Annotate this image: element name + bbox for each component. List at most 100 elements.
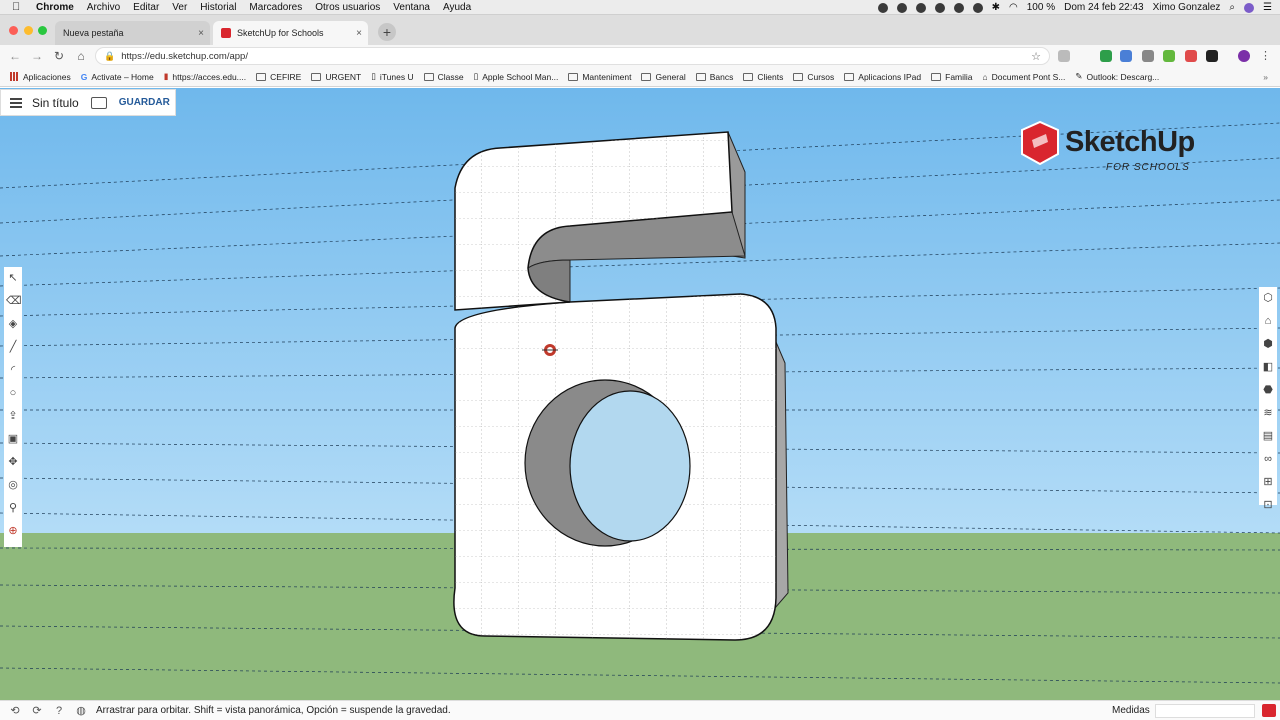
wifi-icon[interactable]: ◠ [1009, 2, 1018, 13]
move-icon[interactable]: ✥ [6, 455, 20, 469]
arc-icon[interactable]: ◜ [6, 363, 20, 377]
tab-title: SketchUp for Schools [237, 28, 324, 38]
dark-extension-icon[interactable] [1206, 50, 1218, 62]
document-title[interactable]: Sin título [32, 96, 79, 110]
camera-extension-icon[interactable] [1058, 50, 1070, 62]
line-icon[interactable]: ╱ [6, 340, 20, 354]
menu-ayuda[interactable]: Ayuda [443, 2, 471, 13]
display-icon[interactable]: ∞ [1261, 452, 1275, 466]
siri-icon[interactable] [1244, 2, 1255, 13]
components-icon[interactable]: ⬢ [1261, 337, 1275, 351]
help-icon[interactable]: ? [52, 704, 66, 718]
layers-icon[interactable]: ≋ [1261, 406, 1275, 420]
bookmark-activate[interactable]: G Activate – Home [81, 72, 154, 82]
forward-icon[interactable]: → [26, 49, 48, 63]
eraser-icon[interactable]: ⌫ [6, 294, 22, 308]
home-icon[interactable]: ⌂ [70, 49, 92, 63]
menu-chrome[interactable]: Chrome [36, 2, 74, 13]
menu-otros-usuarios[interactable]: Otros usuarios [315, 2, 380, 13]
new-tab-button[interactable]: + [378, 23, 396, 41]
red-extension-icon[interactable] [1185, 50, 1197, 62]
message-icon[interactable] [915, 2, 926, 13]
address-bar[interactable]: 🔒 https://edu.sketchup.com/app/ ☆ [95, 47, 1050, 65]
bookmark-star-icon[interactable]: ☆ [1031, 50, 1041, 63]
chrome-menu-icon[interactable]: ⋮ [1260, 50, 1272, 62]
solid-tools-icon[interactable]: ⊡ [1261, 498, 1275, 512]
bookmark-clients[interactable]: Clients [743, 72, 783, 82]
globe-icon[interactable]: ◍ [74, 704, 88, 718]
styles-icon[interactable]: ⬣ [1261, 383, 1275, 397]
bookmark-general[interactable]: General [641, 72, 686, 82]
cloud-icon[interactable] [953, 2, 964, 13]
menu-historial[interactable]: Historial [200, 2, 236, 13]
bluetooth-icon[interactable]: ✱ [992, 2, 1000, 13]
folder-icon [423, 72, 434, 81]
bookmark-document-pont[interactable]: ⌂ Document Pont S... [983, 72, 1066, 82]
more-bookmarks-icon[interactable]: » [1263, 72, 1268, 82]
bookmark-urgent[interactable]: URGENT [311, 72, 361, 82]
back-icon[interactable]: ← [4, 49, 26, 63]
tape-measure-icon[interactable]: ◎ [6, 478, 20, 492]
bookmark-label: https://acces.edu.... [172, 71, 247, 82]
reload-icon[interactable]: ↻ [48, 49, 70, 63]
close-window-button[interactable] [9, 26, 18, 35]
green-extension-icon[interactable] [1100, 50, 1112, 62]
walk-icon[interactable]: ⚲ [6, 501, 20, 515]
materials-icon[interactable]: ◧ [1261, 360, 1275, 374]
circle-icon[interactable]: ○ [6, 386, 20, 400]
bookmark-label: Familia [945, 71, 973, 82]
offset-icon[interactable]: ▣ [6, 432, 20, 446]
bookmark-itunes-u[interactable]: ▯ iTunes U [371, 71, 413, 82]
save-button[interactable]: GUARDAR [119, 97, 170, 108]
bookmark-familia[interactable]: Familia [931, 71, 973, 82]
push-pull-icon[interactable]: ⇪ [6, 409, 20, 423]
lime-extension-icon[interactable] [1163, 50, 1175, 62]
entity-info-icon[interactable]: ⬡ [1261, 291, 1275, 305]
pan-status-icon: ⟳ [32, 704, 42, 717]
datetime-label[interactable]: Dom 24 feb 22:43 [1064, 2, 1144, 13]
menu-archivo[interactable]: Archivo [87, 2, 120, 13]
bookmark-cursos[interactable]: Cursos [793, 72, 834, 82]
menu-ventana[interactable]: Ventana [393, 2, 430, 13]
tab-sketchup[interactable]: SketchUp for Schools × [213, 21, 368, 45]
record-icon[interactable] [877, 2, 888, 13]
bookmark-aplicaciones[interactable]: Aplicaciones [10, 72, 71, 82]
spotlight-icon[interactable]: ⌕ [1229, 2, 1235, 13]
orbit-icon[interactable]: ⊕ [6, 524, 20, 538]
time-machine-icon[interactable] [972, 2, 983, 13]
user-label[interactable]: Ximo Gonzalez [1153, 2, 1221, 13]
bookmark-outlook[interactable]: ✎ Outlook: Descarg... [1075, 71, 1159, 82]
select-icon[interactable]: ↖ [6, 271, 20, 285]
blue-extension-icon[interactable] [1120, 50, 1132, 62]
outliner-icon[interactable]: ⊞ [1261, 475, 1275, 489]
tab-nueva-pestana[interactable]: Nueva pestaña × [55, 21, 210, 45]
paint-bucket-icon[interactable]: ◈ [6, 317, 20, 331]
menu-editar[interactable]: Editar [133, 2, 159, 13]
instructor-icon[interactable]: ⌂ [1261, 314, 1275, 328]
bookmark-label: Document Pont S... [991, 71, 1066, 82]
sync-icon[interactable] [896, 2, 907, 13]
notification-center-icon[interactable]: ☰ [1263, 2, 1272, 13]
menu-marcadores[interactable]: Marcadores [249, 2, 302, 13]
scenes-icon[interactable]: ▤ [1261, 429, 1275, 443]
gray-extension-icon[interactable] [1142, 50, 1154, 62]
bookmark-manteniment[interactable]: Manteniment [568, 72, 631, 82]
open-folder-icon[interactable] [90, 96, 107, 109]
menu-ver[interactable]: Ver [172, 2, 187, 13]
tab-close-icon[interactable]: × [356, 28, 362, 39]
profile-avatar[interactable] [1238, 50, 1250, 62]
dropbox-icon[interactable] [934, 2, 945, 13]
bookmark-acces[interactable]: ▮ https://acces.edu.... [164, 71, 246, 82]
zoom-window-button[interactable] [38, 26, 47, 35]
bookmark-bancs[interactable]: Bancs [695, 72, 733, 82]
apple-icon[interactable]:  [12, 1, 26, 13]
bookmark-cefire[interactable]: CEFIRE [256, 72, 301, 82]
tab-close-icon[interactable]: × [198, 28, 204, 39]
battery-label[interactable]: 100 % [1027, 2, 1055, 13]
measures-input[interactable] [1155, 704, 1255, 718]
bookmark-apple-school[interactable]: ▯ Apple School Man... [474, 71, 559, 82]
minimize-window-button[interactable] [24, 26, 33, 35]
bookmark-classe[interactable]: Classe [423, 72, 464, 82]
bookmark-aplicacions-ipad[interactable]: Aplicacions IPad [844, 72, 921, 82]
hamburger-menu-icon[interactable] [10, 97, 22, 108]
